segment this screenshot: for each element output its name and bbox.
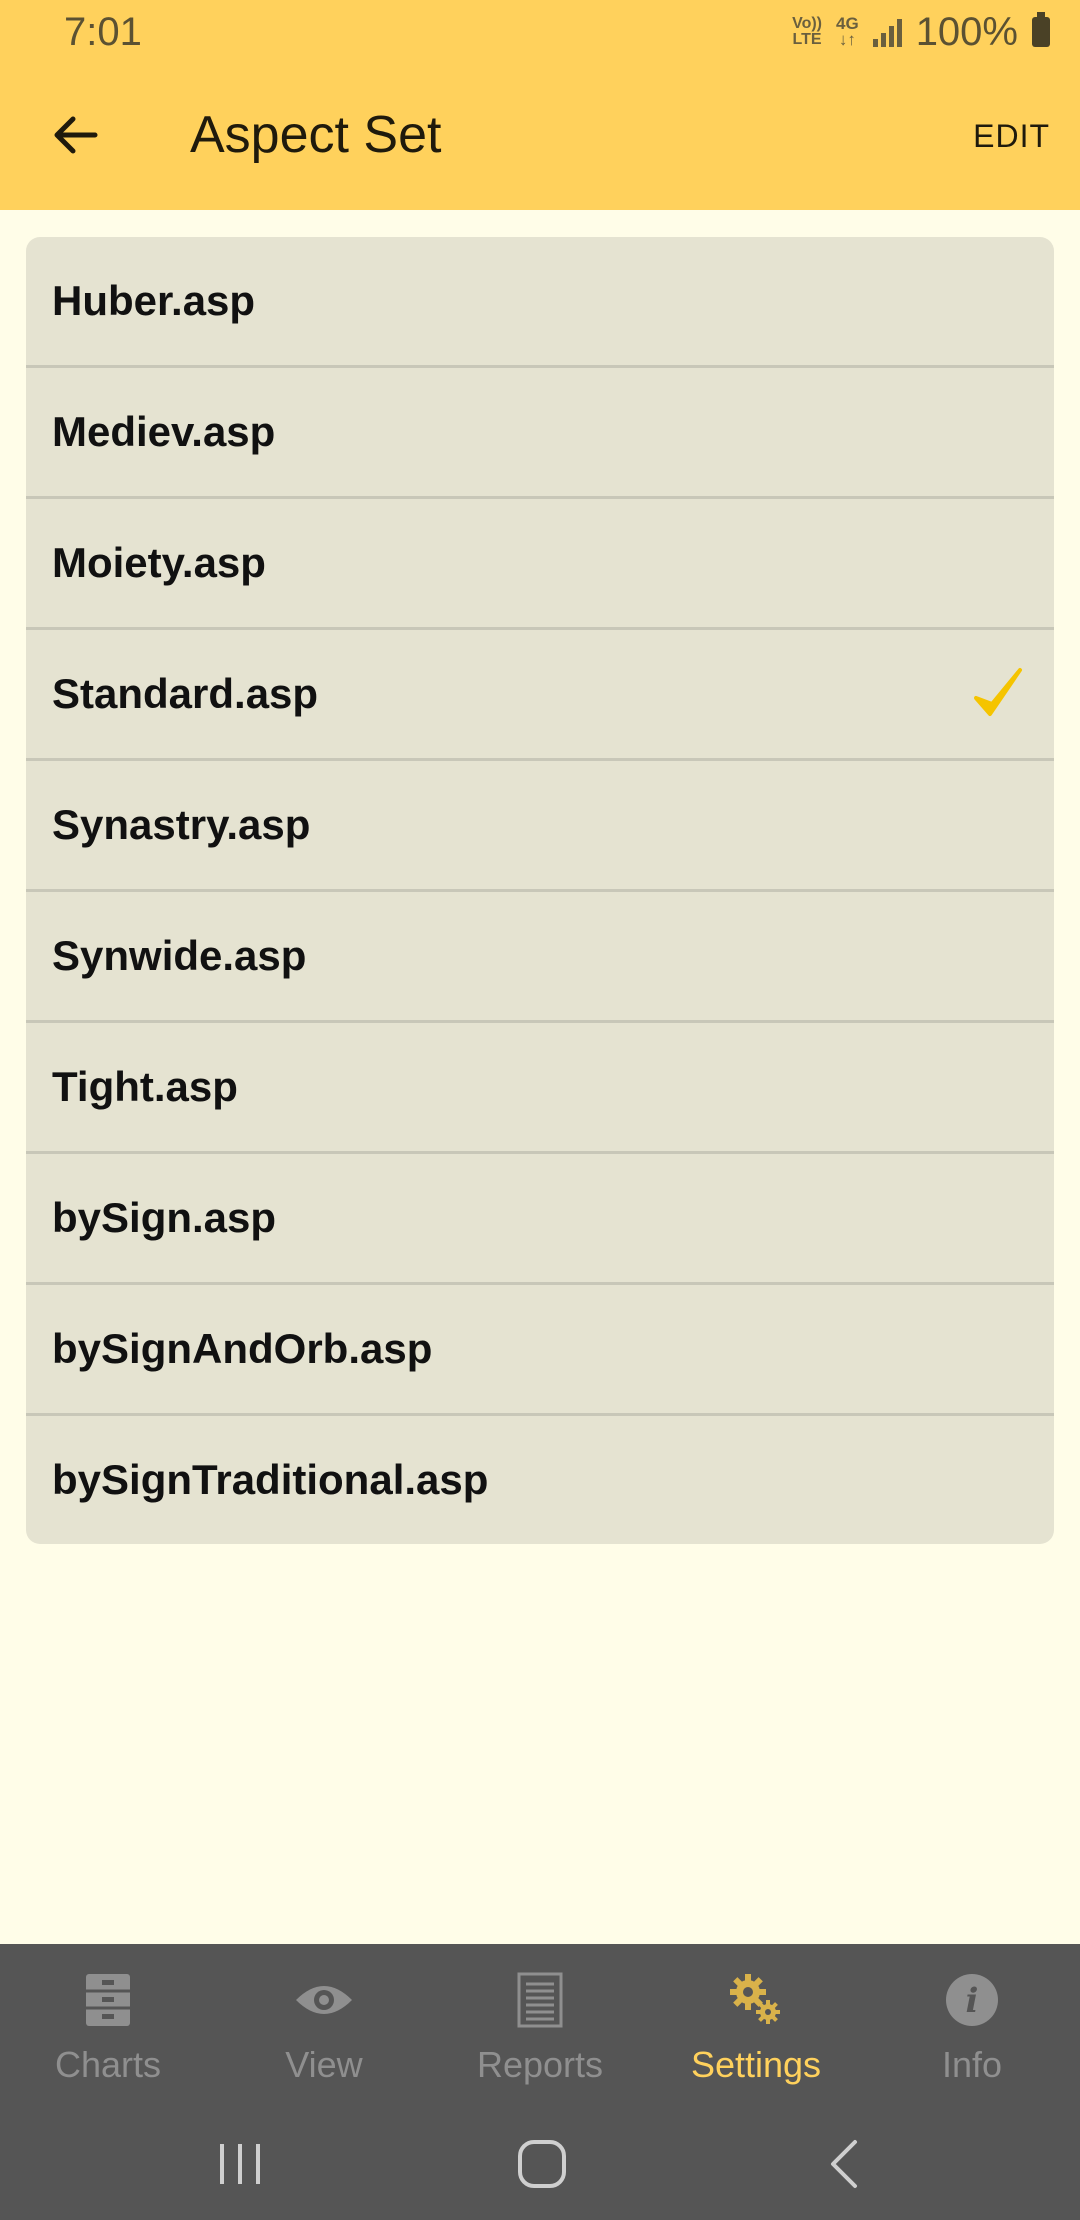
tab-label: Info	[941, 2044, 1003, 2085]
aspect-set-label: Tight.asp	[52, 1063, 238, 1110]
aspect-set-label: bySignTraditional.asp	[52, 1456, 489, 1503]
tab-info[interactable]: i Info	[864, 1944, 1080, 2104]
app-header: 7:01 Vo)) LTE 4G ↓↑ 100% Aspect Set EDIT	[0, 0, 1080, 210]
recent-apps-icon[interactable]	[210, 2138, 270, 2190]
document-icon	[510, 1970, 570, 2030]
svg-text:i: i	[966, 1981, 979, 2021]
aspect-set-item[interactable]: Synwide.asp	[26, 892, 1054, 1023]
tab-view[interactable]: View	[216, 1944, 432, 2104]
aspect-set-item[interactable]: Moiety.asp	[26, 499, 1054, 630]
arrow-left-icon	[54, 116, 98, 154]
aspect-set-item[interactable]: bySignAndOrb.asp	[26, 1285, 1054, 1416]
aspect-set-label: Moiety.asp	[52, 539, 266, 586]
tab-label: View	[285, 2044, 363, 2085]
tab-reports[interactable]: Reports	[432, 1944, 648, 2104]
aspect-set-label: Huber.asp	[52, 277, 256, 324]
battery-percent: 100%	[915, 9, 1018, 54]
page-title: Aspect Set	[190, 106, 442, 164]
aspect-set-item[interactable]: bySignTraditional.asp	[26, 1416, 1054, 1544]
tab-label: Settings	[690, 2044, 822, 2085]
aspect-set-item[interactable]: Mediev.asp	[26, 368, 1054, 499]
aspect-set-label: Synwide.asp	[52, 932, 307, 979]
network-label: 4G	[836, 14, 859, 33]
gears-icon	[726, 1970, 786, 2030]
file-cabinet-icon	[78, 1970, 138, 2030]
battery-icon	[1032, 12, 1050, 47]
system-nav-bar	[0, 2104, 1080, 2220]
aspect-set-label: Standard.asp	[52, 670, 319, 717]
aspect-set-label: bySignAndOrb.asp	[52, 1325, 433, 1372]
eye-icon	[294, 1970, 354, 2030]
aspect-set-item[interactable]: Tight.asp	[26, 1023, 1054, 1154]
tab-label: Charts	[54, 2044, 162, 2085]
back-nav-icon[interactable]	[815, 2138, 875, 2190]
aspect-set-list: Huber.asp Mediev.asp Moiety.asp Standard…	[26, 237, 1054, 1544]
tab-charts[interactable]: Charts	[0, 1944, 216, 2104]
home-icon[interactable]	[512, 2138, 572, 2190]
bottom-nav: Charts View Reports Settings i Info	[0, 1944, 1080, 2104]
aspect-set-item[interactable]: Synastry.asp	[26, 761, 1054, 892]
tab-label: Reports	[476, 2044, 604, 2085]
volte-icon: Vo)) LTE	[792, 15, 822, 48]
signal-icon	[872, 17, 902, 47]
status-time: 7:01	[64, 10, 142, 54]
aspect-set-label: Synastry.asp	[52, 801, 311, 848]
aspect-set-item-selected[interactable]: Standard.asp	[26, 630, 1054, 761]
aspect-set-item[interactable]: Huber.asp	[26, 237, 1054, 368]
aspect-set-label: bySign.asp	[52, 1194, 277, 1241]
info-icon: i	[942, 1970, 1002, 2030]
network-4g-icon: 4G ↓↑	[836, 14, 859, 49]
aspect-set-item[interactable]: bySign.asp	[26, 1154, 1054, 1285]
status-icons: Vo)) LTE 4G ↓↑ 100%	[792, 8, 1050, 56]
checkmark-icon	[974, 668, 1022, 716]
tab-settings[interactable]: Settings	[648, 1944, 864, 2104]
back-button[interactable]	[40, 100, 110, 170]
aspect-set-label: Mediev.asp	[52, 408, 276, 455]
edit-button[interactable]: EDIT	[973, 118, 1050, 155]
